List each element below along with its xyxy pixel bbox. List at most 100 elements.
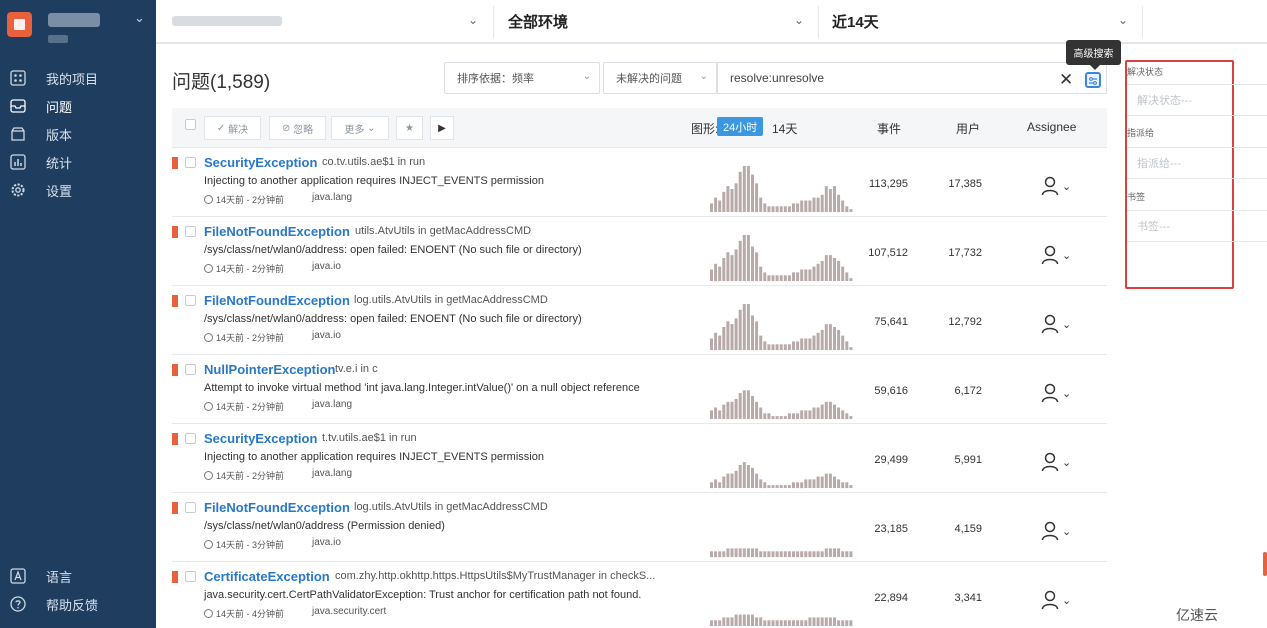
select-all-checkbox[interactable] bbox=[185, 119, 196, 130]
org-switcher[interactable]: ⌄ bbox=[0, 0, 156, 56]
sparkline-bar bbox=[746, 235, 750, 281]
sidebar-item-help[interactable]: 帮助反馈 bbox=[0, 590, 156, 618]
feedback-tab[interactable] bbox=[1263, 552, 1267, 576]
sparkline-bar bbox=[726, 617, 730, 626]
sidebar-item-issues[interactable]: 问题 bbox=[0, 92, 156, 120]
assignee-select[interactable]: ⌄ bbox=[1041, 452, 1071, 472]
row-checkbox[interactable] bbox=[185, 571, 196, 582]
sparkline-bar bbox=[763, 341, 767, 350]
sparkline-bar bbox=[718, 266, 722, 281]
row-checkbox[interactable] bbox=[185, 364, 196, 375]
environment-select[interactable]: 全部环境 ⌄ bbox=[508, 0, 818, 42]
assign-field[interactable]: 指派给--- bbox=[1127, 147, 1267, 179]
sparkline-bar bbox=[837, 260, 841, 281]
sparkline-bar bbox=[771, 206, 775, 213]
sort-select[interactable]: 排序依据：频率 ⌄ bbox=[444, 62, 600, 94]
realtime-play-button[interactable]: ▶ bbox=[430, 116, 454, 140]
period-select[interactable]: 近14天 ⌄ bbox=[832, 0, 1142, 42]
assignee-select[interactable]: ⌄ bbox=[1041, 590, 1071, 610]
row-checkbox[interactable] bbox=[185, 433, 196, 444]
search-input[interactable]: resolve:unresolve bbox=[717, 62, 1107, 94]
issue-row[interactable]: CertificateException com.zhy.http.okhttp.… bbox=[172, 562, 1107, 628]
sparkline-bar bbox=[771, 485, 775, 488]
issue-title[interactable]: SecurityException bbox=[204, 155, 317, 170]
chevron-down-icon[interactable]: ⌄ bbox=[134, 10, 145, 26]
issue-time: 14天前 - 4分钟前 bbox=[204, 607, 284, 620]
assignee-select[interactable]: ⌄ bbox=[1041, 245, 1071, 265]
issue-time-text: 14天前 - 2分钟前 bbox=[216, 402, 285, 412]
sidebar-item-settings[interactable]: 设置 bbox=[0, 176, 156, 204]
issue-title[interactable]: FileNotFoundException bbox=[204, 500, 350, 515]
issue-sparkline bbox=[710, 462, 853, 489]
chevron-down-icon: ⌄ bbox=[699, 71, 708, 82]
issue-row[interactable]: SecurityException t.tv.utils.ae$1 in run I… bbox=[172, 424, 1107, 493]
clock-icon bbox=[204, 195, 213, 204]
sparkline-bar bbox=[779, 485, 783, 488]
row-checkbox[interactable] bbox=[185, 502, 196, 513]
sparkline-bar bbox=[796, 620, 800, 627]
issue-sparkline bbox=[710, 235, 853, 282]
graph-24h-tab[interactable]: 24小时 bbox=[717, 117, 764, 136]
assignee-select[interactable]: ⌄ bbox=[1041, 383, 1071, 403]
issue-title[interactable]: CertificateException bbox=[204, 569, 330, 584]
sparkline-bar bbox=[787, 344, 791, 351]
issue-users: 17,732 bbox=[948, 247, 982, 259]
sparkline-bar bbox=[796, 341, 800, 350]
issue-row[interactable]: SecurityException co.tv.utils.ae$1 in run… bbox=[172, 148, 1107, 217]
row-checkbox[interactable] bbox=[185, 226, 196, 237]
sparkline-bar bbox=[734, 614, 738, 626]
sparkline-bar bbox=[718, 410, 722, 419]
issue-title[interactable]: NullPointerException bbox=[204, 362, 335, 377]
issue-row[interactable]: FileNotFoundException utils.AtvUtils in g… bbox=[172, 217, 1107, 286]
sidebar-item-projects[interactable]: 我的项目 bbox=[0, 64, 156, 92]
issue-title[interactable]: FileNotFoundException bbox=[204, 224, 350, 239]
issue-row[interactable]: FileNotFoundException log.utils.AtvUtils … bbox=[172, 286, 1107, 355]
issue-events: 23,185 bbox=[874, 523, 908, 535]
row-checkbox[interactable] bbox=[185, 295, 196, 306]
status-field[interactable]: 解决状态--- bbox=[1127, 84, 1267, 116]
chevron-down-icon: ⌄ bbox=[1117, 13, 1128, 27]
advanced-search-tooltip: 高级搜索 bbox=[1066, 40, 1121, 70]
sparkline-bar bbox=[767, 620, 771, 627]
sparkline-bar bbox=[746, 465, 750, 488]
issue-title[interactable]: FileNotFoundException bbox=[204, 293, 350, 308]
sparkline-bar bbox=[845, 551, 849, 558]
project-select[interactable]: ⌄ bbox=[172, 0, 492, 42]
issue-row[interactable]: NullPointerException tv.e.i in c Attempt t… bbox=[172, 355, 1107, 424]
bookmark-button[interactable]: ★ bbox=[396, 116, 423, 140]
issue-row[interactable]: FileNotFoundException log.utils.AtvUtils … bbox=[172, 493, 1107, 562]
sparkline-bar bbox=[746, 304, 750, 350]
sparkline-bar bbox=[779, 275, 783, 282]
status-field-label: 解决状态 bbox=[1127, 67, 1164, 77]
sparkline-bar bbox=[783, 485, 787, 488]
row-checkbox[interactable] bbox=[185, 157, 196, 168]
sparkline-bar bbox=[796, 482, 800, 489]
issue-culprit: tv.e.i in c bbox=[335, 363, 378, 375]
sparkline-bar bbox=[710, 620, 713, 627]
assignee-select[interactable]: ⌄ bbox=[1041, 521, 1071, 541]
status-select[interactable]: 未解决的问题 ⌄ bbox=[603, 62, 717, 94]
graph-14d-tab[interactable]: 14天 bbox=[772, 120, 797, 137]
issue-title[interactable]: SecurityException bbox=[204, 431, 317, 446]
clear-search-icon[interactable]: ✕ bbox=[1059, 70, 1073, 90]
assignee-select[interactable]: ⌄ bbox=[1041, 314, 1071, 334]
sparkline-bar bbox=[837, 620, 841, 627]
sparkline-bar bbox=[833, 186, 836, 212]
issue-users: 17,385 bbox=[948, 178, 982, 190]
sparkline-bar bbox=[849, 551, 853, 558]
assignee-select[interactable]: ⌄ bbox=[1041, 176, 1071, 196]
ignore-button[interactable]: ⊘ 忽略 bbox=[269, 116, 326, 140]
more-button[interactable]: 更多 ⌄ bbox=[331, 116, 389, 140]
sparkline-bar bbox=[742, 304, 746, 350]
issue-sparkline bbox=[710, 166, 853, 213]
sparkline-bar bbox=[828, 189, 832, 212]
sparkline-bar bbox=[718, 551, 722, 558]
sidebar-item-language[interactable]: 语言 bbox=[0, 562, 156, 590]
resolve-button[interactable]: ✓ 解决 bbox=[204, 116, 261, 140]
sidebar-item-stats[interactable]: 统计 bbox=[0, 148, 156, 176]
bookmark-field[interactable]: 书签--- bbox=[1127, 210, 1267, 242]
sparkline-bar bbox=[755, 401, 759, 420]
sparkline-bar bbox=[759, 407, 763, 419]
sidebar-item-releases[interactable]: 版本 bbox=[0, 120, 156, 148]
advanced-search-button[interactable] bbox=[1085, 72, 1101, 88]
